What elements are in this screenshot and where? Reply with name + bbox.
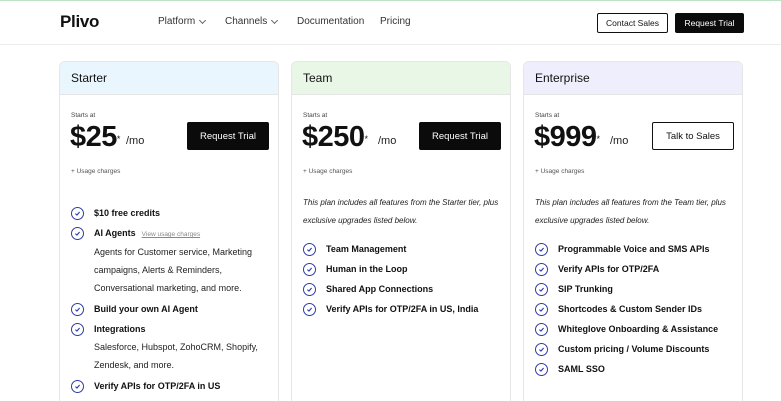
feature-label: Programmable Voice and SMS APIs xyxy=(558,244,710,254)
usage-charges-note: + Usage charges xyxy=(71,168,121,175)
chevron-down-icon xyxy=(271,16,279,24)
feature-label: SAML SSO xyxy=(558,364,605,374)
feature-item: Verify APIs for OTP/2FA in US xyxy=(71,380,276,393)
plan-description: This plan includes all features from the… xyxy=(303,198,499,225)
feature-label: Shared App Connections xyxy=(326,284,434,294)
price-period: /mo xyxy=(610,135,629,147)
price-amount: $250 xyxy=(302,121,365,153)
check-circle-icon xyxy=(71,380,84,393)
price-asterisk: * xyxy=(364,134,369,144)
feature-item: Custom pricing / Volume Discounts xyxy=(535,343,740,356)
chevron-down-icon xyxy=(199,16,207,24)
contact-sales-button[interactable]: Contact Sales xyxy=(597,13,668,33)
feature-list: $10 free credits AI Agents View usage cha… xyxy=(71,207,276,400)
feature-description: Agents for Customer service, Marketing c… xyxy=(94,247,253,293)
feature-item: Build your own AI Agent xyxy=(71,303,276,316)
check-circle-icon xyxy=(535,263,548,276)
check-circle-icon xyxy=(535,323,548,336)
plan-card-team: Team Starts at $250* /mo Request Trial +… xyxy=(291,61,511,401)
feature-description: Salesforce, Hubspot, ZohoCRM, Shopify, Z… xyxy=(94,342,258,370)
nav-platform[interactable]: Platform xyxy=(158,16,207,27)
feature-label: Integrations xyxy=(94,324,146,334)
plan-name: Enterprise xyxy=(524,62,742,95)
nav-documentation-label: Documentation xyxy=(297,16,365,27)
price-amount: $25 xyxy=(70,121,117,153)
nav-channels-label: Channels xyxy=(225,16,268,27)
plan-name: Team xyxy=(292,62,510,95)
feature-label: Custom pricing / Volume Discounts xyxy=(558,344,710,354)
usage-charges-note: + Usage charges xyxy=(303,168,353,175)
price-period: /mo xyxy=(126,135,145,147)
feature-item: Shortcodes & Custom Sender IDs xyxy=(535,303,740,316)
price-period: /mo xyxy=(378,135,397,147)
feature-label: Team Management xyxy=(326,244,407,254)
feature-label: $10 free credits xyxy=(94,208,161,218)
view-usage-charges-link[interactable]: View usage charges xyxy=(142,231,200,238)
check-circle-icon xyxy=(303,303,316,316)
feature-item: Whiteglove Onboarding & Assistance xyxy=(535,323,740,336)
plan-price: $999* xyxy=(534,121,600,153)
feature-label: Verify APIs for OTP/2FA in US, India xyxy=(326,304,479,314)
feature-item: SAML SSO xyxy=(535,363,740,376)
plivo-logo[interactable]: Plivo xyxy=(60,12,99,32)
check-circle-icon xyxy=(535,243,548,256)
top-nav: Plivo Platform Channels Documentation Pr… xyxy=(0,0,781,45)
feature-label: Verify APIs for OTP/2FA in US xyxy=(94,381,221,391)
check-circle-icon xyxy=(71,207,84,220)
starts-at-label: Starts at xyxy=(71,112,96,119)
usage-charges-note: + Usage charges xyxy=(535,168,585,175)
starts-at-label: Starts at xyxy=(303,112,328,119)
starts-at-label: Starts at xyxy=(535,112,560,119)
feature-item: Team Management xyxy=(303,243,508,256)
feature-label: Human in the Loop xyxy=(326,264,408,274)
feature-label: Shortcodes & Custom Sender IDs xyxy=(558,304,703,314)
feature-label: AI Agents xyxy=(94,228,136,238)
check-circle-icon xyxy=(71,303,84,316)
plan-card-enterprise: Enterprise Starts at $999* /mo Talk to S… xyxy=(523,61,743,401)
feature-item: AI Agents View usage charges xyxy=(71,227,276,241)
check-circle-icon xyxy=(535,363,548,376)
nav-pricing[interactable]: Pricing xyxy=(380,16,411,27)
feature-label: SIP Trunking xyxy=(558,284,613,294)
feature-list: Team Management Human in the Loop Shared… xyxy=(303,243,508,323)
plan-price: $25* xyxy=(70,121,120,153)
price-amount: $999 xyxy=(534,121,597,153)
nav-channels[interactable]: Channels xyxy=(225,16,279,27)
check-circle-icon xyxy=(71,227,84,240)
check-circle-icon xyxy=(535,343,548,356)
feature-label: Build your own AI Agent xyxy=(94,304,198,314)
nav-documentation[interactable]: Documentation xyxy=(297,16,364,27)
feature-item: Integrations xyxy=(71,323,276,336)
price-asterisk: * xyxy=(116,134,121,144)
price-asterisk: * xyxy=(596,134,601,144)
request-trial-button[interactable]: Request Trial xyxy=(187,122,269,150)
feature-list: Programmable Voice and SMS APIs Verify A… xyxy=(535,243,740,383)
feature-item: Verify APIs for OTP/2FA in US, India xyxy=(303,303,508,316)
plan-name: Starter xyxy=(60,62,278,95)
check-circle-icon xyxy=(303,243,316,256)
feature-label: Whiteglove Onboarding & Assistance xyxy=(558,324,719,334)
check-circle-icon xyxy=(71,323,84,336)
feature-item: Human in the Loop xyxy=(303,263,508,276)
nav-pricing-label: Pricing xyxy=(380,16,411,27)
plan-price: $250* xyxy=(302,121,368,153)
plan-description: This plan includes all features from the… xyxy=(535,198,726,225)
nav-platform-label: Platform xyxy=(158,16,196,27)
feature-item: SIP Trunking xyxy=(535,283,740,296)
plan-card-starter: Starter Starts at $25* /mo Request Trial… xyxy=(59,61,279,401)
check-circle-icon xyxy=(535,283,548,296)
feature-item: Programmable Voice and SMS APIs xyxy=(535,243,740,256)
check-circle-icon xyxy=(535,303,548,316)
request-trial-nav-button[interactable]: Request Trial xyxy=(675,13,744,33)
feature-item: Shared App Connections xyxy=(303,283,508,296)
request-trial-button[interactable]: Request Trial xyxy=(419,122,501,150)
check-circle-icon xyxy=(303,283,316,296)
feature-label: Verify APIs for OTP/2FA xyxy=(558,264,660,274)
feature-item: Verify APIs for OTP/2FA xyxy=(535,263,740,276)
talk-to-sales-button[interactable]: Talk to Sales xyxy=(652,122,734,150)
check-circle-icon xyxy=(303,263,316,276)
feature-item: $10 free credits xyxy=(71,207,276,220)
